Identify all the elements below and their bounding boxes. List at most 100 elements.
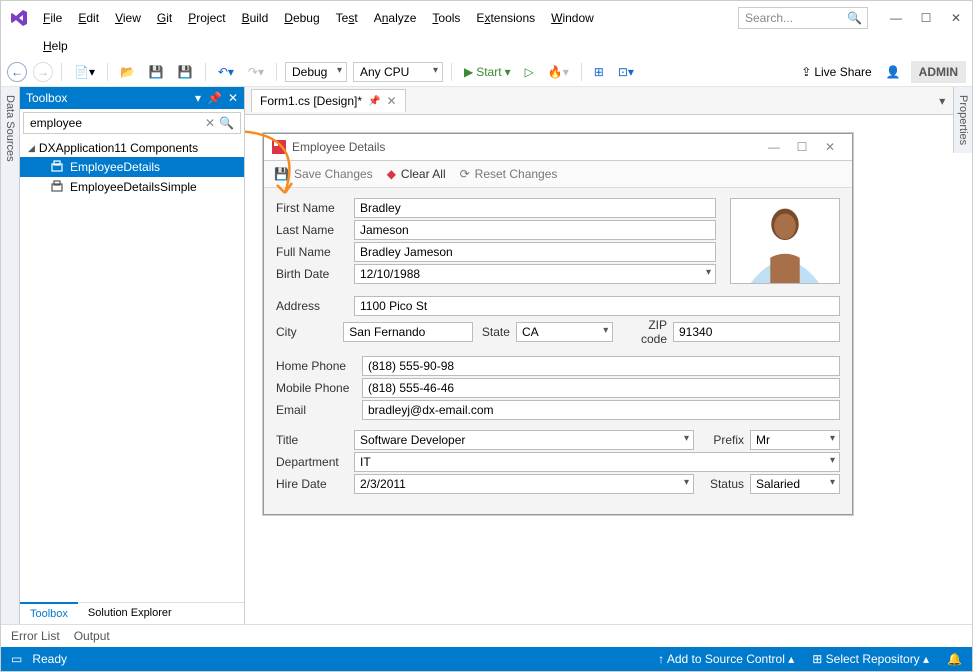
clear-all-button[interactable]: ◆ Clear All — [387, 167, 446, 181]
menu-view[interactable]: View — [107, 7, 149, 29]
menu-debug[interactable]: Debug — [276, 7, 327, 29]
toolbox-item-employeedetails[interactable]: EmployeeDetails — [20, 157, 244, 177]
component-icon — [50, 180, 64, 194]
save-button[interactable]: 💾 — [145, 63, 168, 81]
open-button[interactable]: 📂 — [116, 63, 139, 81]
title-field[interactable]: Software Developer — [354, 430, 694, 450]
label-status: Status — [700, 477, 744, 491]
menu-bar: File Edit View Git Project Build Debug T… — [35, 7, 732, 29]
zip-field[interactable] — [673, 322, 840, 342]
add-source-control-button[interactable]: ↑ Add to Source Control ▴ — [658, 652, 794, 666]
city-field[interactable] — [343, 322, 473, 342]
address-field[interactable] — [354, 296, 840, 316]
status-bar: ▭ Ready ↑ Add to Source Control ▴ ⊞ Sele… — [1, 647, 972, 671]
menu-git[interactable]: Git — [149, 7, 180, 29]
save-all-button[interactable]: 💾 — [174, 63, 197, 81]
form-close-icon[interactable]: ✕ — [816, 140, 844, 154]
menu-analyze[interactable]: Analyze — [366, 7, 425, 29]
data-sources-tab[interactable]: Data Sources — [1, 87, 20, 624]
first-name-field[interactable] — [354, 198, 716, 218]
minimize-icon[interactable]: — — [888, 10, 904, 26]
nav-back-button[interactable]: ← — [7, 62, 27, 82]
menu-build[interactable]: Build — [234, 7, 277, 29]
toolbox-title: Toolbox — [26, 91, 195, 105]
prefix-field[interactable]: Mr — [750, 430, 840, 450]
home-phone-field[interactable] — [362, 356, 840, 376]
platform-dropdown[interactable]: Any CPU — [353, 62, 443, 82]
account-icon[interactable]: 👤 — [886, 65, 901, 79]
tabs-dropdown-icon[interactable]: ▾ — [939, 94, 945, 108]
toolbox-search-input[interactable] — [30, 116, 205, 130]
new-item-button[interactable]: 📄▾ — [70, 63, 99, 81]
item-label: EmployeeDetails — [70, 160, 160, 174]
tab-close-icon[interactable]: ✕ — [386, 94, 396, 108]
config-dropdown[interactable]: Debug — [285, 62, 347, 82]
menu-project[interactable]: Project — [180, 7, 233, 29]
menu-file[interactable]: File — [35, 7, 70, 29]
save-changes-button[interactable]: 💾 Save Changes — [274, 167, 373, 181]
email-field[interactable] — [362, 400, 840, 420]
properties-tab[interactable]: Properties — [953, 87, 972, 153]
birth-date-field[interactable]: 12/10/1988 — [354, 264, 716, 284]
toolbox-search-icon: 🔍 — [219, 116, 234, 130]
select-repository-button[interactable]: ⊞ Select Repository ▴ — [812, 652, 929, 666]
clear-all-label: Clear All — [401, 167, 446, 181]
clear-search-icon[interactable]: ✕ — [205, 116, 215, 130]
toolbox-group[interactable]: ◢ DXApplication11 Components — [20, 139, 244, 157]
label-home-phone: Home Phone — [276, 359, 356, 373]
maximize-icon[interactable]: ☐ — [918, 10, 934, 26]
toolbox-dropdown-icon[interactable]: ▾ — [195, 91, 201, 105]
caret-down-icon: ◢ — [28, 143, 35, 154]
close-icon[interactable]: ✕ — [948, 10, 964, 26]
state-field[interactable]: CA — [516, 322, 613, 342]
label-full-name: Full Name — [276, 245, 348, 259]
tool-b-button[interactable]: ⊡▾ — [614, 63, 638, 81]
doc-tab-form1[interactable]: Form1.cs [Design]* 📌 ✕ — [251, 89, 406, 112]
last-name-field[interactable] — [354, 220, 716, 240]
redo-button[interactable]: ↷▾ — [244, 63, 268, 81]
tab-error-list[interactable]: Error List — [11, 629, 60, 643]
label-city: City — [276, 325, 337, 339]
document-tabs: Form1.cs [Design]* 📌 ✕ ▾ ⚙ — [245, 87, 972, 115]
toolbox-close-icon[interactable]: ✕ — [228, 91, 238, 105]
nav-fwd-button[interactable]: → — [33, 62, 53, 82]
toolbox-item-employeedetailssimple[interactable]: EmployeeDetailsSimple — [20, 177, 244, 197]
form-maximize-icon[interactable]: ☐ — [788, 140, 816, 154]
menu-window[interactable]: Window — [543, 7, 602, 29]
toolbox-pin-icon[interactable]: 📌 — [207, 91, 222, 105]
form-minimize-icon[interactable]: — — [760, 140, 788, 154]
status-field[interactable]: Salaried — [750, 474, 840, 494]
pin-icon[interactable]: 📌 — [368, 96, 380, 107]
full-name-field[interactable] — [354, 242, 716, 262]
department-field[interactable]: IT — [354, 452, 840, 472]
menu-edit[interactable]: Edit — [70, 7, 107, 29]
label-first-name: First Name — [276, 201, 348, 215]
menu-help[interactable]: Help — [35, 35, 76, 57]
tab-output[interactable]: Output — [74, 629, 110, 643]
toolbox-titlebar: Toolbox ▾ 📌 ✕ — [20, 87, 244, 109]
employee-details-form: Employee Details — ☐ ✕ 💾 Save Changes ◆ … — [263, 133, 853, 515]
menu-test[interactable]: Test — [328, 7, 366, 29]
tool-a-button[interactable]: ⊞ — [590, 63, 608, 81]
mobile-phone-field[interactable] — [362, 378, 840, 398]
tab-toolbox[interactable]: Toolbox — [20, 602, 78, 624]
reset-changes-button[interactable]: ⟳ Reset Changes — [460, 167, 558, 181]
menu-extensions[interactable]: Extensions — [468, 7, 543, 29]
undo-button[interactable]: ↶▾ — [214, 63, 238, 81]
start-label: Start — [476, 65, 501, 79]
live-share-button[interactable]: ⇪ Live Share — [797, 63, 875, 81]
hire-date-field[interactable]: 2/3/2011 — [354, 474, 694, 494]
toolbox-search[interactable]: ✕ 🔍 — [23, 112, 241, 134]
search-box[interactable]: Search... 🔍 — [738, 7, 868, 29]
hot-reload-button[interactable]: 🔥▾ — [544, 63, 573, 81]
notifications-icon[interactable]: 🔔 — [947, 652, 962, 666]
start-nodebug-button[interactable]: ▷ — [521, 63, 538, 81]
tab-solution-explorer[interactable]: Solution Explorer — [78, 603, 182, 624]
admin-badge: ADMIN — [911, 61, 966, 83]
vs-logo-icon — [9, 8, 29, 28]
label-title: Title — [276, 433, 348, 447]
menu-tools[interactable]: Tools — [424, 7, 468, 29]
search-placeholder: Search... — [745, 11, 793, 25]
label-state: State — [479, 325, 510, 339]
start-debug-button[interactable]: ▶ Start ▾ — [460, 63, 515, 81]
